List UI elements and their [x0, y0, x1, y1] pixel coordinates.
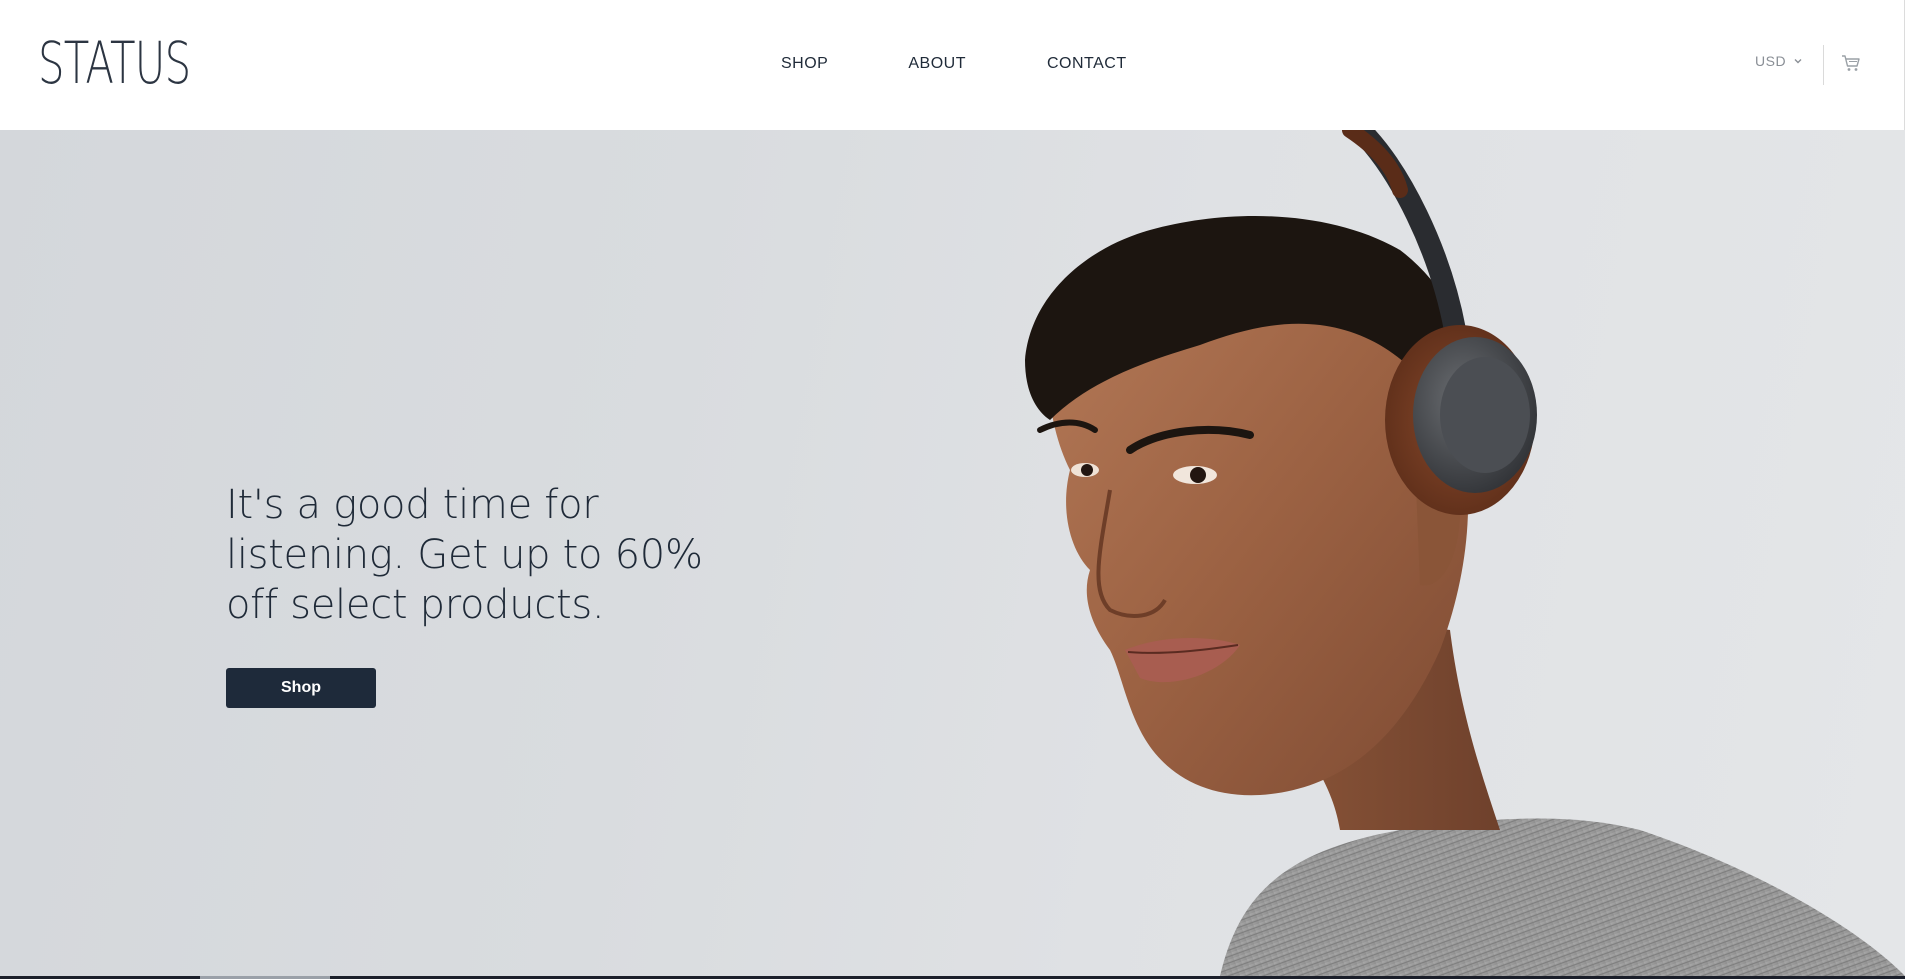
- currency-label: USD: [1755, 53, 1787, 69]
- page: STATUS SHOP ABOUT CONTACT USD It's a goo…: [0, 0, 1905, 979]
- chevron-down-icon: [1794, 59, 1802, 64]
- hero-headline: It's a good time for listening. Get up t…: [226, 482, 703, 628]
- shop-button[interactable]: Shop: [226, 668, 376, 708]
- hero-banner: It's a good time for listening. Get up t…: [0, 130, 1905, 976]
- brand-logo[interactable]: STATUS: [38, 28, 191, 98]
- nav-link-shop[interactable]: SHOP: [781, 52, 828, 76]
- nav-link-about[interactable]: ABOUT: [908, 52, 966, 76]
- header-divider: [1823, 45, 1824, 85]
- site-header: STATUS SHOP ABOUT CONTACT USD: [0, 0, 1905, 130]
- cart-icon[interactable]: [1841, 54, 1861, 72]
- currency-selector[interactable]: USD: [1755, 53, 1804, 69]
- nav-link-contact[interactable]: CONTACT: [1047, 52, 1127, 76]
- main-nav: SHOP ABOUT CONTACT: [781, 52, 1127, 76]
